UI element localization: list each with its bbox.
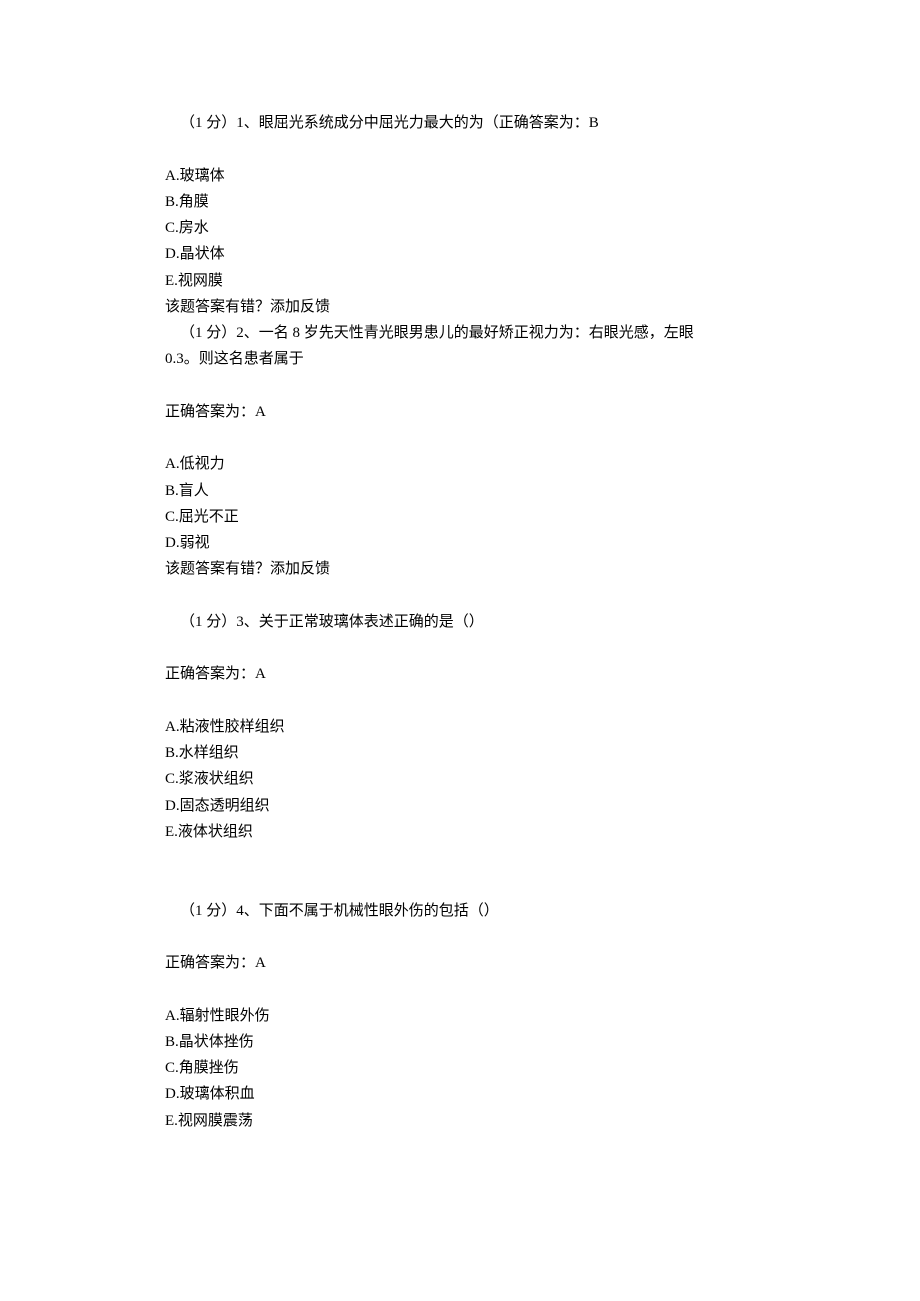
q1-option-c: C.房水 bbox=[165, 215, 755, 241]
q2-feedback[interactable]: 该题答案有错？添加反馈 bbox=[165, 556, 755, 582]
q2-option-a: A.低视力 bbox=[165, 451, 755, 477]
q4-option-a: A.辐射性眼外伤 bbox=[165, 1003, 755, 1029]
question-2: （1 分）2、一名 8 岁先天性青光眼男患儿的最好矫正视力为：右眼光感，左眼 0… bbox=[165, 320, 755, 583]
q1-header: （1 分）1、眼屈光系统成分中屈光力最大的为（正确答案为：B bbox=[165, 110, 755, 136]
blank-line bbox=[165, 688, 755, 714]
blank-line bbox=[165, 845, 755, 871]
q4-option-e: E.视网膜震荡 bbox=[165, 1108, 755, 1134]
q4-header: （1 分）4、下面不属于机械性眼外伤的包括（） bbox=[165, 898, 755, 924]
blank-line bbox=[165, 373, 755, 399]
q1-option-e: E.视网膜 bbox=[165, 268, 755, 294]
question-3: （1 分）3、关于正常玻璃体表述正确的是（） 正确答案为：A A.粘液性胶样组织… bbox=[165, 609, 755, 845]
q1-feedback[interactable]: 该题答案有错？添加反馈 bbox=[165, 294, 755, 320]
q3-header: （1 分）3、关于正常玻璃体表述正确的是（） bbox=[165, 609, 755, 635]
q4-answer: 正确答案为：A bbox=[165, 950, 755, 976]
question-4: （1 分）4、下面不属于机械性眼外伤的包括（） 正确答案为：A A.辐射性眼外伤… bbox=[165, 898, 755, 1134]
blank-line bbox=[165, 924, 755, 950]
q2-option-c: C.屈光不正 bbox=[165, 504, 755, 530]
q4-option-b: B.晶状体挫伤 bbox=[165, 1029, 755, 1055]
blank-line bbox=[165, 871, 755, 897]
q4-option-c: C.角膜挫伤 bbox=[165, 1055, 755, 1081]
blank-line bbox=[165, 425, 755, 451]
q3-option-b: B.水样组织 bbox=[165, 740, 755, 766]
q4-option-d: D.玻璃体积血 bbox=[165, 1081, 755, 1107]
q1-option-b: B.角膜 bbox=[165, 189, 755, 215]
q2-option-d: D.弱视 bbox=[165, 530, 755, 556]
q3-option-e: E.液体状组织 bbox=[165, 819, 755, 845]
question-1: （1 分）1、眼屈光系统成分中屈光力最大的为（正确答案为：B A.玻璃体 B.角… bbox=[165, 110, 755, 320]
q2-header: （1 分）2、一名 8 岁先天性青光眼男患儿的最好矫正视力为：右眼光感，左眼 bbox=[165, 320, 755, 346]
q1-option-d: D.晶状体 bbox=[165, 241, 755, 267]
blank-line bbox=[165, 635, 755, 661]
blank-line bbox=[165, 136, 755, 162]
q3-option-c: C.浆液状组织 bbox=[165, 766, 755, 792]
q2-answer: 正确答案为：A bbox=[165, 399, 755, 425]
q1-option-a: A.玻璃体 bbox=[165, 163, 755, 189]
q3-option-d: D.固态透明组织 bbox=[165, 793, 755, 819]
blank-line bbox=[165, 583, 755, 609]
blank-line bbox=[165, 976, 755, 1002]
q2-header-line2: 0.3。则这名患者属于 bbox=[165, 346, 755, 372]
q3-option-a: A.粘液性胶样组织 bbox=[165, 714, 755, 740]
q2-option-b: B.盲人 bbox=[165, 478, 755, 504]
q3-answer: 正确答案为：A bbox=[165, 661, 755, 687]
